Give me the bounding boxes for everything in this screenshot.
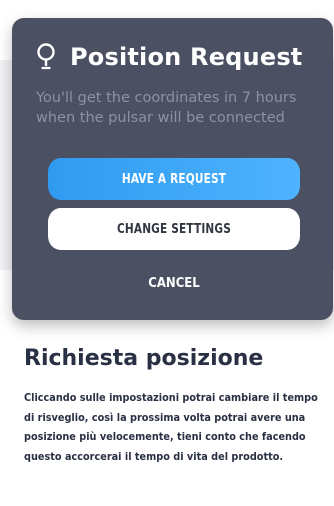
cancel-button[interactable]: CANCEL — [48, 270, 300, 296]
have-a-request-button[interactable]: HAVE A REQUEST — [48, 158, 300, 200]
top-strip — [0, 0, 334, 14]
lightbulb-pin-icon — [37, 43, 55, 70]
modal-title: Position Request — [70, 43, 303, 71]
change-settings-button[interactable]: CHANGE SETTINGS — [48, 208, 300, 250]
modal-header: Position Request — [34, 42, 302, 72]
section-title: Richiesta posizione — [24, 346, 264, 371]
modal-subtitle: You'll get the coordinates in 7 hours wh… — [36, 90, 297, 126]
section-description: Cliccando sulle impostazioni potrai camb… — [24, 391, 318, 463]
position-request-modal: Position Request You'll get the coordina… — [12, 18, 333, 320]
